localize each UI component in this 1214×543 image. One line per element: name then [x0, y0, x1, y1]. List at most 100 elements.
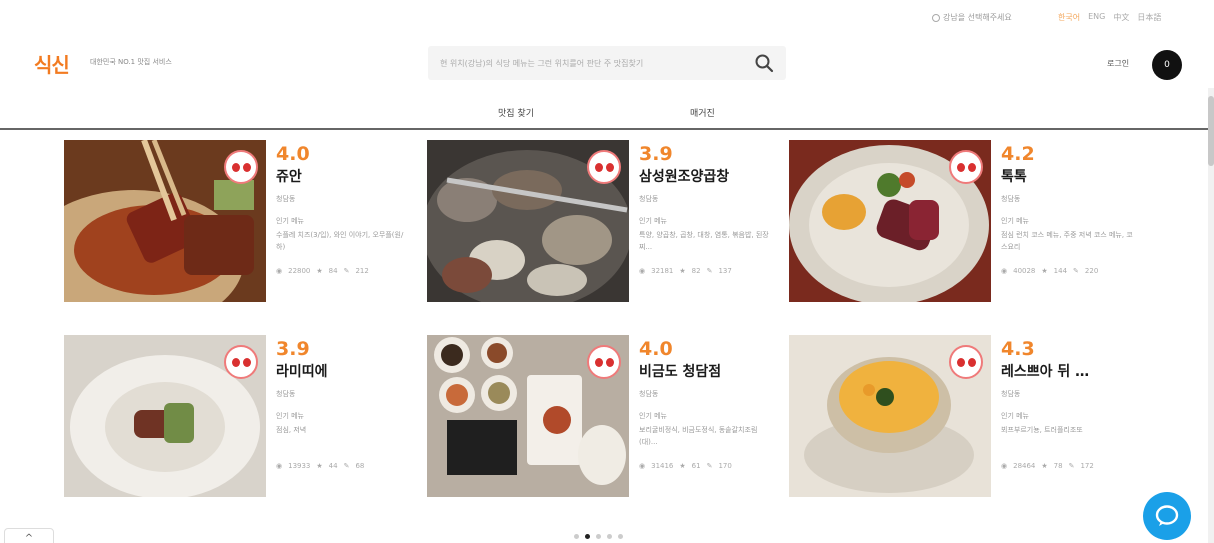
restaurant-menu: 수플레 치즈(3/입), 와인 이야기, 오무플(원/하)	[276, 231, 404, 251]
eye-icon: ◉	[276, 462, 283, 470]
eye-icon: ◉	[1001, 267, 1008, 275]
pencil-icon: ✎	[343, 462, 350, 470]
login-link[interactable]: 로그인	[1107, 58, 1129, 69]
restaurant-area: 청담동	[639, 390, 659, 398]
restaurant-area: 청담동	[276, 195, 296, 203]
reviews-count: 170	[718, 462, 732, 470]
location-label: 강남을 선택해주세요	[943, 13, 1012, 22]
lang-japanese[interactable]: 日本語	[1137, 12, 1161, 23]
restaurant-card[interactable]: 4.0 쥬안 청담동 인기 메뉴 수플레 치즈(3/입), 와인 이야기, 오무…	[64, 140, 409, 306]
site-logo[interactable]: 식신	[34, 49, 70, 78]
restaurant-rating: 3.9	[276, 338, 310, 360]
language-list: 한국어 ENG 中文 日本語	[1058, 12, 1161, 23]
scrollbar-thumb[interactable]	[1208, 96, 1214, 166]
star-icon: ★	[1041, 462, 1048, 470]
restaurant-card[interactable]: 4.0 비금도 청담점 청담동 인기 메뉴 보리굴비정식, 비금도정식, 동솥갈…	[427, 335, 772, 501]
scroll-top-button[interactable]: ^	[4, 528, 54, 543]
chat-icon	[1155, 505, 1179, 526]
restaurant-area: 청담동	[1001, 195, 1021, 203]
site-header: 식신 대한민국 NO.1 맛집 서비스 로그인 0	[0, 38, 1208, 90]
pagination-dot[interactable]	[585, 534, 590, 539]
restaurant-name[interactable]: 쥬안	[276, 166, 408, 188]
restaurant-menu: 점심, 저녁	[276, 426, 307, 434]
views-count: 31416	[651, 462, 674, 470]
avatar[interactable]: 0	[1152, 50, 1182, 80]
pencil-icon: ✎	[343, 267, 350, 275]
restaurant-photo[interactable]	[789, 335, 991, 497]
pagination-dot[interactable]	[596, 534, 601, 539]
location-icon	[932, 13, 940, 22]
likes-count: 44	[328, 462, 338, 470]
restaurant-photo[interactable]	[789, 140, 991, 302]
pencil-icon: ✎	[1068, 462, 1075, 470]
restaurant-name[interactable]: 톡톡	[1001, 166, 1133, 188]
likes-count: 144	[1053, 267, 1068, 275]
eye-icon: ◉	[639, 462, 646, 470]
tab-magazine[interactable]: 매거진	[690, 106, 715, 119]
restaurant-area: 청담동	[639, 195, 659, 203]
likes-count: 82	[691, 267, 701, 275]
likes-count: 78	[1053, 462, 1063, 470]
menu-label: 인기 메뉴	[1001, 217, 1029, 225]
restaurant-rating: 4.0	[639, 338, 673, 360]
restaurant-name[interactable]: 레스쁘아 뒤 …	[1001, 361, 1133, 383]
restaurant-photo[interactable]	[427, 335, 629, 497]
restaurant-stats: ◉ 32181 ★ 82 ✎ 137	[639, 267, 771, 275]
rating-badge-icon	[224, 150, 258, 184]
restaurant-rating: 4.0	[276, 143, 310, 165]
site-tagline: 대한민국 NO.1 맛집 서비스	[90, 58, 172, 66]
reviews-count: 137	[718, 267, 732, 275]
tab-find-restaurants[interactable]: 맛집 찾기	[498, 106, 534, 119]
lang-chinese[interactable]: 中文	[1113, 12, 1129, 23]
views-count: 22800	[288, 267, 311, 275]
star-icon: ★	[316, 462, 323, 470]
menu-label: 인기 메뉴	[276, 217, 304, 225]
restaurant-card[interactable]: 3.9 삼성원조양곱창 청담동 인기 메뉴 특양, 양곱창, 곱창, 대창, 염…	[427, 140, 772, 306]
views-count: 28464	[1013, 462, 1036, 470]
utility-bar: 강남을 선택해주세요 한국어 ENG 中文 日本語	[0, 8, 1214, 30]
eye-icon: ◉	[1001, 462, 1008, 470]
lang-english[interactable]: ENG	[1088, 12, 1105, 23]
search-icon	[755, 54, 774, 73]
restaurant-name[interactable]: 비금도 청담점	[639, 361, 771, 383]
restaurant-card[interactable]: 4.3 레스쁘아 뒤 … 청담동 인기 메뉴 뵈프부르기뇽, 트러플리조또 ◉ 2…	[789, 335, 1134, 501]
rating-badge-icon	[949, 345, 983, 379]
star-icon: ★	[1041, 267, 1048, 275]
star-icon: ★	[316, 267, 323, 275]
pagination-dot[interactable]	[618, 534, 623, 539]
search-button[interactable]	[754, 53, 774, 73]
location-selector[interactable]: 강남을 선택해주세요	[932, 12, 1012, 23]
rating-badge-icon	[587, 345, 621, 379]
restaurant-name[interactable]: 라미띠에	[276, 361, 408, 383]
menu-label: 인기 메뉴	[639, 412, 667, 420]
menu-label: 인기 메뉴	[276, 412, 304, 420]
search-input[interactable]	[440, 54, 740, 72]
chat-button[interactable]	[1143, 492, 1191, 540]
pagination-dot[interactable]	[574, 534, 579, 539]
page-scrollbar[interactable]	[1208, 88, 1214, 543]
rating-badge-icon	[949, 150, 983, 184]
menu-label: 인기 메뉴	[639, 217, 667, 225]
likes-count: 61	[691, 462, 701, 470]
restaurant-name[interactable]: 삼성원조양곱창	[639, 166, 771, 188]
pagination-dot[interactable]	[607, 534, 612, 539]
lang-korean[interactable]: 한국어	[1058, 12, 1080, 23]
restaurant-stats: ◉ 13933 ★ 44 ✎ 68	[276, 462, 408, 470]
restaurant-menu: 뵈프부르기뇽, 트러플리조또	[1001, 426, 1083, 434]
rating-badge-icon	[224, 345, 258, 379]
restaurant-rating: 3.9	[639, 143, 673, 165]
restaurant-menu: 특양, 양곱창, 곱창, 대창, 염통, 볶음밥, 된장찌...	[639, 231, 769, 251]
restaurant-card[interactable]: 4.2 톡톡 청담동 인기 메뉴 점심 런치 코스 메뉴, 주중 저녁 코스 메…	[789, 140, 1134, 306]
views-count: 32181	[651, 267, 674, 275]
restaurant-card[interactable]: 3.9 라미띠에 청담동 인기 메뉴 점심, 저녁 ◉ 13933 ★ 44 ✎ 68	[64, 335, 409, 501]
pencil-icon: ✎	[1073, 267, 1079, 275]
restaurant-photo[interactable]	[427, 140, 629, 302]
reviews-count: 68	[355, 462, 365, 470]
restaurant-photo[interactable]	[64, 335, 266, 497]
search-box	[428, 46, 786, 80]
eye-icon: ◉	[276, 267, 283, 275]
restaurant-area: 청담동	[1001, 390, 1021, 398]
pencil-icon: ✎	[706, 462, 713, 470]
likes-count: 84	[328, 267, 338, 275]
restaurant-photo[interactable]	[64, 140, 266, 302]
